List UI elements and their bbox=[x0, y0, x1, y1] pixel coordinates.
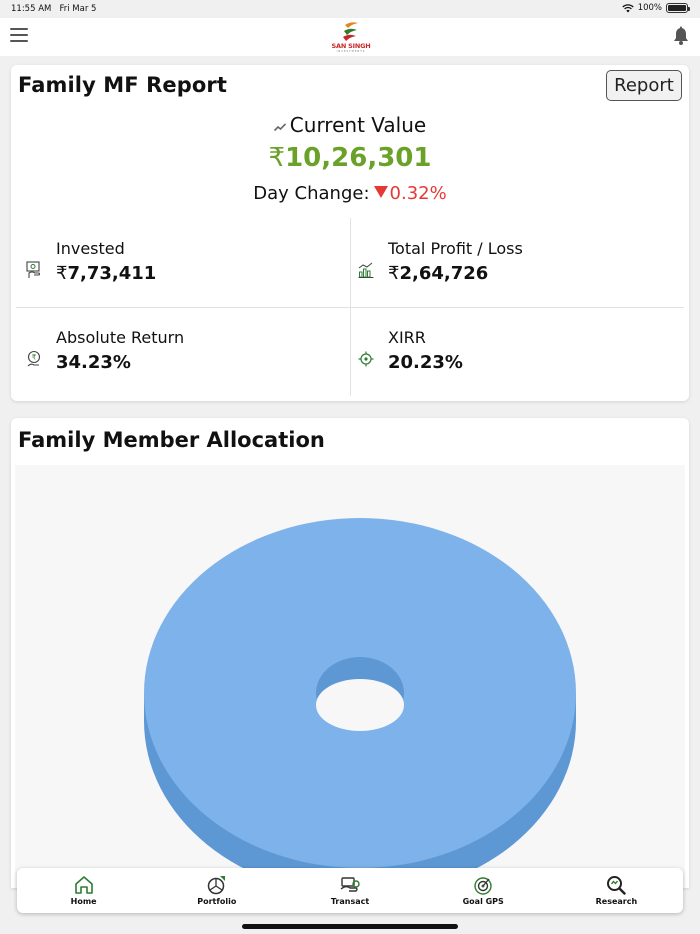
status-time: 11:55 AM Fri Mar 5 bbox=[11, 4, 96, 14]
absolute-return-label: Absolute Return bbox=[56, 328, 185, 347]
nav-transact[interactable]: Transact bbox=[283, 868, 416, 913]
bottom-nav: Home Portfolio Transact Goal GPS Researc… bbox=[17, 868, 683, 913]
allocation-title: Family Member Allocation bbox=[18, 428, 325, 452]
allocation-chart[interactable] bbox=[15, 465, 685, 888]
profit-loss-label: Total Profit / Loss bbox=[388, 239, 523, 258]
battery-icon bbox=[666, 3, 690, 13]
nav-goal-gps[interactable]: Goal GPS bbox=[417, 868, 550, 913]
family-member-allocation-card: Family Member Allocation bbox=[11, 418, 689, 888]
nav-research[interactable]: Research bbox=[550, 868, 683, 913]
stat-xirr: XIRR 20.23% bbox=[358, 328, 658, 388]
status-right: 100% bbox=[622, 3, 690, 13]
status-bar: 11:55 AM Fri Mar 5 100% bbox=[0, 0, 700, 18]
stat-total-profit-loss: Total Profit / Loss ₹2,64,726 bbox=[358, 239, 658, 299]
invested-label: Invested bbox=[56, 239, 125, 258]
bell-icon[interactable] bbox=[672, 26, 690, 46]
brand-logo: SAN SINGH INVESTMENTS bbox=[331, 20, 371, 54]
research-icon bbox=[607, 876, 627, 895]
svg-text:₹: ₹ bbox=[32, 354, 37, 362]
logo-subtext: INVESTMENTS bbox=[336, 50, 366, 53]
logo-mark-icon bbox=[343, 22, 358, 41]
invested-value: ₹7,73,411 bbox=[56, 263, 157, 284]
current-value-row: Current Value bbox=[11, 113, 689, 137]
report-title: Family MF Report bbox=[18, 73, 227, 97]
trend-icon bbox=[273, 122, 286, 131]
invest-icon bbox=[26, 261, 41, 278]
home-indicator bbox=[242, 924, 458, 929]
wifi-icon bbox=[622, 3, 634, 12]
nav-portfolio-label: Portfolio bbox=[197, 897, 237, 906]
home-icon bbox=[74, 876, 93, 894]
status-time-text: 11:55 AM bbox=[11, 4, 52, 14]
report-button[interactable]: Report bbox=[606, 70, 682, 101]
current-value-number: 10,26,301 bbox=[285, 143, 432, 173]
stats-divider-vertical bbox=[350, 218, 351, 396]
logo-text: SAN SINGH bbox=[331, 42, 371, 50]
app-header: SAN SINGH INVESTMENTS bbox=[0, 18, 700, 56]
day-change-label: Day Change: bbox=[253, 183, 370, 204]
transact-icon bbox=[340, 877, 360, 892]
nav-transact-label: Transact bbox=[330, 897, 370, 906]
rupee-hand-icon: ₹ bbox=[27, 350, 41, 367]
day-change-row: Day Change: 0.32% bbox=[11, 183, 689, 204]
nav-research-label: Research bbox=[595, 897, 638, 906]
status-date-text: Fri Mar 5 bbox=[59, 4, 97, 14]
donut-chart-svg[interactable] bbox=[15, 465, 685, 888]
nav-home-label: Home bbox=[70, 897, 97, 906]
nav-home[interactable]: Home bbox=[17, 868, 150, 913]
profit-loss-value: ₹2,64,726 bbox=[388, 263, 489, 284]
stat-absolute-return: ₹ Absolute Return 34.23% bbox=[26, 328, 326, 388]
xirr-value: 20.23% bbox=[388, 352, 463, 373]
absolute-return-value: 34.23% bbox=[56, 352, 131, 373]
goal-gps-icon bbox=[474, 877, 492, 895]
hamburger-icon[interactable] bbox=[10, 28, 28, 42]
battery-percent: 100% bbox=[637, 3, 662, 13]
down-arrow-icon bbox=[373, 186, 388, 198]
stat-invested: Invested ₹7,73,411 bbox=[26, 239, 326, 299]
nav-portfolio[interactable]: Portfolio bbox=[150, 868, 283, 913]
bar-chart-icon bbox=[358, 262, 374, 278]
xirr-label: XIRR bbox=[388, 328, 426, 347]
current-value-amount: ₹10,26,301 bbox=[11, 143, 689, 173]
currency-symbol: ₹ bbox=[268, 143, 286, 173]
current-value-label: Current Value bbox=[289, 113, 427, 137]
nav-goal-gps-label: Goal GPS bbox=[462, 897, 504, 906]
target-icon bbox=[358, 351, 374, 367]
family-mf-report-card: Family MF Report Report Current Value ₹1… bbox=[11, 65, 689, 401]
donut-hole bbox=[316, 679, 404, 731]
day-change-value: 0.32% bbox=[389, 183, 447, 204]
portfolio-icon bbox=[207, 876, 225, 895]
